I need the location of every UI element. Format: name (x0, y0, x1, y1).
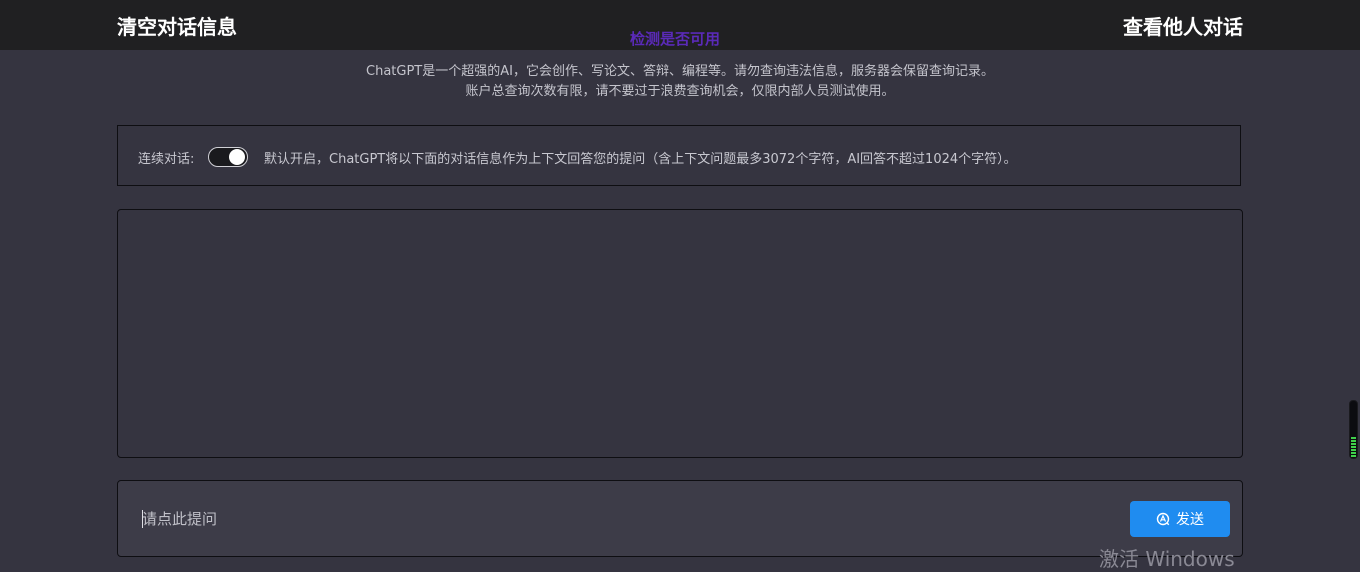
settings-panel: 连续对话: 默认开启，ChatGPT将以下面的对话信息作为上下文回答您的提问（含… (117, 125, 1241, 186)
side-level-meter-fill (1351, 437, 1356, 457)
notice-line-2: 账户总查询次数有限，请不要过于浪费查询机会，仅限内部人员测试使用。 (465, 84, 895, 99)
view-others-conversation-button[interactable]: 查看他人对话 (1123, 11, 1243, 40)
notice: ChatGPT是一个超强的AI，它会创作、写论文、答辩、编程等。请勿查询违法信息… (0, 62, 1360, 102)
continuous-dialog-label: 连续对话: (138, 152, 195, 167)
continuous-dialog-toggle[interactable] (208, 147, 248, 167)
text-caret (142, 510, 143, 528)
send-button[interactable]: 发送 (1130, 501, 1230, 537)
clear-conversation-button[interactable]: 清空对话信息 (117, 11, 237, 40)
windows-activation-watermark: 激活 Windows (1099, 547, 1235, 571)
notice-line-1: ChatGPT是一个超强的AI，它会创作、写论文、答辩、编程等。请勿查询违法信息… (366, 64, 994, 79)
check-availability-link[interactable]: 检测是否可用 (630, 28, 720, 49)
conversation-area (117, 209, 1243, 458)
send-icon (1156, 512, 1170, 526)
question-input-box: 发送 (117, 480, 1243, 557)
send-button-label: 发送 (1176, 512, 1204, 528)
toggle-knob (229, 149, 245, 165)
question-input[interactable] (142, 507, 1102, 531)
continuous-dialog-description: 默认开启，ChatGPT将以下面的对话信息作为上下文回答您的提问（含上下文问题最… (264, 152, 1017, 167)
side-level-meter (1349, 400, 1358, 459)
